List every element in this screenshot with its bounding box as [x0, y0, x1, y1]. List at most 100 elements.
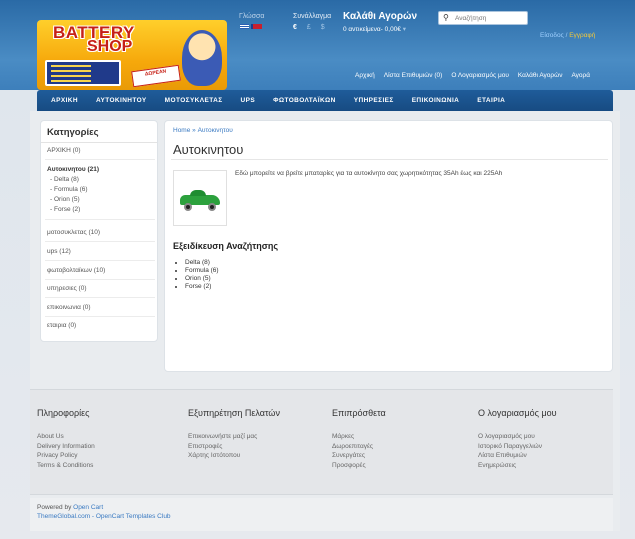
sidebar-title: Κατηγορίες: [41, 121, 157, 143]
nav-motorcycle[interactable]: ΜΟΤΟΣΥΚΛΕΤΑΣ: [165, 97, 223, 104]
refine-item-formula[interactable]: Formula (6): [185, 267, 219, 275]
sidebar-item-services[interactable]: υπηρεσιες (0): [41, 285, 93, 292]
footer-link[interactable]: Μάρκες: [332, 432, 386, 442]
sidebar-subitem-forse[interactable]: - Forse (2): [50, 206, 80, 213]
footer-link[interactable]: Χάρτης Ιστότοπου: [188, 451, 280, 461]
divider: [45, 279, 155, 280]
divider: [45, 241, 155, 242]
register-link[interactable]: Εγγραφή: [569, 32, 595, 39]
sidebar-item-car[interactable]: Αυτοκινητου (21): [41, 166, 105, 173]
divider: [45, 297, 155, 298]
currency-euro[interactable]: €: [293, 24, 301, 31]
footer: Πληροφορίες About Us Delivery Informatio…: [30, 389, 613, 495]
nav-contact[interactable]: ΕΠΙΚΟΙΝΩΝΙΑ: [412, 97, 460, 104]
search-icon[interactable]: ⚲: [443, 13, 449, 22]
footer-link[interactable]: Terms & Conditions: [37, 461, 95, 471]
language-flags: [240, 24, 262, 29]
divider: [45, 316, 155, 317]
divider: [45, 260, 155, 261]
main-content: Home » Αυτοκινητου Αυτοκινητου Εδώ μπορε…: [164, 120, 613, 372]
currency-label: Συνάλλαγμα: [293, 13, 332, 20]
sidebar-subitem-orion[interactable]: - Orion (5): [50, 196, 80, 203]
powered-by: Powered by Open Cart ThemeGlobal.com - O…: [37, 504, 171, 521]
footer-link[interactable]: Συνεργάτες: [332, 451, 386, 461]
search-box: ⚲: [438, 11, 528, 25]
top-links: Αρχική Λίστα Επιθυμιών (0) Ο Λογαριασμός…: [355, 72, 590, 79]
footer-link[interactable]: Προσφορές: [332, 461, 386, 471]
currency-selector: € £ $: [293, 24, 329, 31]
category-image: [173, 170, 227, 226]
refine-item-forse[interactable]: Forse (2): [185, 283, 219, 291]
nav-home[interactable]: ΑΡΧΙΚΗ: [51, 97, 78, 104]
footer-column-account: Ο λογαριασμός μου Ο λογαριασμός μου Ιστο…: [478, 408, 557, 470]
footer-heading: Πληροφορίες: [37, 408, 90, 418]
footer-link[interactable]: Privacy Policy: [37, 451, 95, 461]
footer-link[interactable]: Ιστορικό Παραγγελιών: [478, 442, 557, 452]
footer-link[interactable]: About Us: [37, 432, 95, 442]
footer-heading: Επιπρόσθετα: [332, 408, 386, 418]
toplink-account[interactable]: Ο Λογαριασμός μου: [451, 72, 509, 79]
breadcrumb: Home » Αυτοκινητου: [173, 127, 233, 134]
sidebar-item-company[interactable]: εταιρια (0): [41, 322, 82, 329]
greek-flag-icon[interactable]: [240, 24, 249, 29]
header: BATTERY SHOP ΔΩΡΕΑΝ Γλώσσα Συνάλλαγμα € …: [0, 0, 635, 90]
footer-link[interactable]: Ο λογαριασμός μου: [478, 432, 557, 442]
breadcrumb-separator: »: [192, 127, 196, 134]
footer-link[interactable]: Επικοινωνήστε μαζί μας: [188, 432, 280, 442]
nav-car[interactable]: ΑΥΤΟΚΙΝΗΤΟΥ: [96, 97, 147, 104]
language-label: Γλώσσα: [239, 13, 265, 20]
currency-pound[interactable]: £: [307, 24, 315, 31]
sidebar-item-motorcycle[interactable]: μοτοσυκλετας (10): [41, 229, 106, 236]
search-input[interactable]: [455, 13, 525, 23]
sidebar-item-photovoltaic[interactable]: φωτοβολταϊκων (10): [41, 267, 111, 274]
footer-column-customer-service: Εξυπηρέτηση Πελατών Επικοινωνήστε μαζί μ…: [188, 408, 280, 461]
wheel-icon: [208, 203, 216, 211]
battery-shop-logo[interactable]: BATTERY SHOP ΔΩΡΕΑΝ: [37, 20, 227, 90]
opencart-link[interactable]: Open Cart: [73, 504, 103, 511]
divider: [171, 159, 608, 160]
sidebar-item-home[interactable]: ΑΡΧΙΚΗ (0): [41, 147, 87, 154]
toplink-wishlist[interactable]: Λίστα Επιθυμιών (0): [384, 72, 443, 79]
toplink-checkout[interactable]: Αγορά: [571, 72, 590, 79]
nav-company[interactable]: ΕΤΑΙΡΙΑ: [477, 97, 505, 104]
footer-link[interactable]: Delivery Information: [37, 442, 95, 452]
divider: [45, 159, 155, 160]
main-nav: ΑΡΧΙΚΗ ΑΥΤΟΚΙΝΗΤΟΥ ΜΟΤΟΣΥΚΛΕΤΑΣ UPS ΦΩΤΟ…: [37, 90, 613, 111]
english-flag-icon[interactable]: [251, 24, 262, 29]
nav-photovoltaic[interactable]: ΦΩΤΟΒΟΛΤΑΪΚΩΝ: [273, 97, 336, 104]
refine-item-orion[interactable]: Orion (5): [185, 275, 219, 283]
refine-item-delta[interactable]: Delta (8): [185, 259, 219, 267]
sidebar-item-ups[interactable]: ups (12): [41, 248, 77, 255]
toplink-cart[interactable]: Καλάθι Αγορών: [518, 72, 563, 79]
divider: [45, 219, 155, 220]
footer-link[interactable]: Επιστροφές: [188, 442, 280, 452]
currency-dollar[interactable]: $: [321, 24, 329, 31]
sidebar-subitem-formula[interactable]: - Formula (6): [50, 186, 88, 193]
footer-column-information: Πληροφορίες About Us Delivery Informatio…: [37, 408, 95, 470]
breadcrumb-current[interactable]: Αυτοκινητου: [198, 127, 233, 134]
cart-summary[interactable]: 0 αντικείμενα- 0,00€ ▾: [343, 25, 406, 33]
logo-free-tag: ΔΩΡΕΑΝ: [131, 64, 181, 88]
sidebar-item-contact[interactable]: επικοινωνια (0): [41, 304, 97, 311]
sidebar-subitem-delta[interactable]: - Delta (8): [50, 176, 79, 183]
footer-heading: Εξυπηρέτηση Πελατών: [188, 408, 280, 418]
powered-prefix: Powered by: [37, 504, 72, 511]
page-title: Αυτοκινητου: [173, 142, 244, 157]
logo-mascot: [182, 30, 222, 86]
logo-battery-graphic: [45, 60, 121, 86]
toplink-home[interactable]: Αρχική: [355, 72, 375, 79]
footer-link[interactable]: Ενημερώσεις: [478, 461, 557, 471]
wheel-icon: [184, 203, 192, 211]
login-links: Είσοδος / Εγγραφή: [540, 32, 596, 39]
login-link[interactable]: Είσοδος: [540, 32, 564, 39]
footer-link[interactable]: Δωροεπιταγές: [332, 442, 386, 452]
themeglobal-link[interactable]: ThemeGlobal.com - OpenCart Templates Clu…: [37, 513, 171, 520]
logo-word-2: SHOP: [87, 38, 133, 55]
chevron-down-icon: ▾: [402, 26, 406, 33]
nav-services[interactable]: ΥΠΗΡΕΣΙΕΣ: [354, 97, 394, 104]
footer-link[interactable]: Λίστα Επιθυμιών: [478, 451, 557, 461]
breadcrumb-home[interactable]: Home: [173, 127, 190, 134]
cart-title[interactable]: Καλάθι Αγορών: [343, 11, 417, 22]
refine-list: Delta (8) Formula (6) Orion (5) Forse (2…: [185, 259, 219, 291]
nav-ups[interactable]: UPS: [241, 97, 256, 104]
